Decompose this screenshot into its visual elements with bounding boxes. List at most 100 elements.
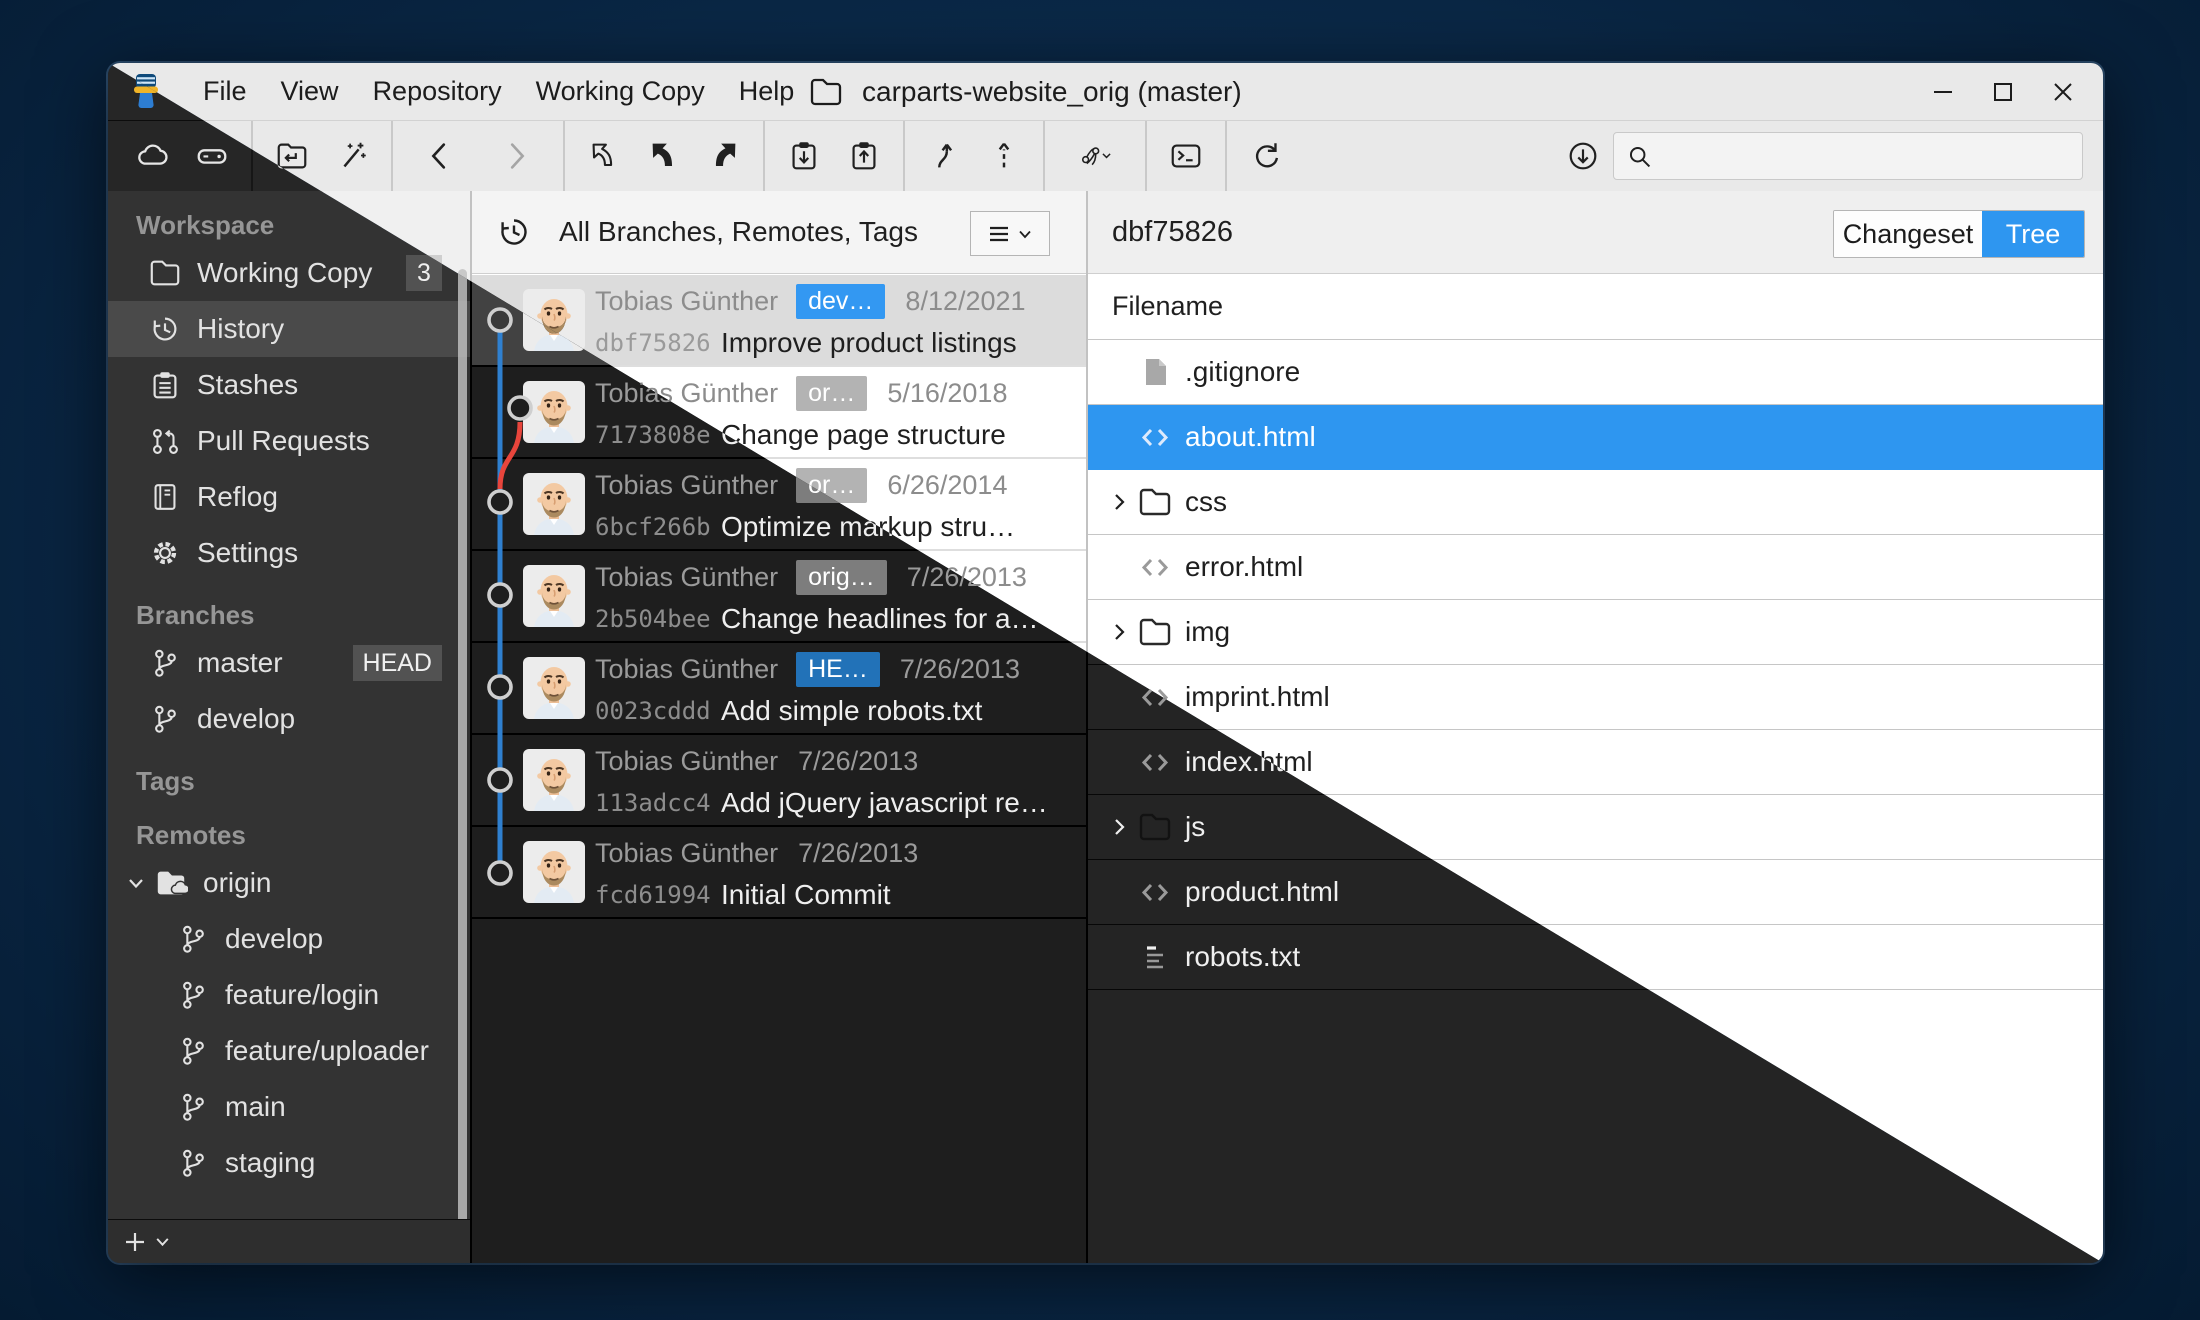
history-clock-icon [495,213,533,251]
sidebar-item-pull-requests[interactable]: Pull Requests [108,413,470,469]
commit-subject: Improve product listings [721,327,1017,359]
titlebar[interactable]: File View Repository Working Copy Help c… [108,63,2103,121]
changeset-tab[interactable]: Changeset [1834,211,1982,257]
folder-icon [148,256,182,290]
toolbar-separator [563,121,565,191]
pull-button[interactable] [639,131,689,181]
back-button[interactable] [407,131,473,181]
commit-row[interactable]: Tobias Günther7/26/2013 113adcc4Add jQue… [470,735,1086,827]
add-menu-chevron-icon[interactable] [154,1233,171,1250]
quick-action-wand-button[interactable] [327,131,377,181]
sidebar-item-remote-origin[interactable]: origin [108,855,470,911]
branch-icon [148,702,182,736]
local-drive-button[interactable] [187,131,237,181]
detail-commit-id: dbf75826 [1112,216,1233,249]
sidebar-item-origin-staging[interactable]: staging [108,1135,470,1191]
rebase-button[interactable] [979,131,1029,181]
avatar [523,841,585,903]
commit-author: Tobias Günther [595,654,778,685]
push-button[interactable] [699,131,749,181]
commit-date: 8/12/2021 [905,286,1025,317]
head-badge: HEAD [353,645,442,681]
fetch-all-button[interactable] [1558,131,1608,181]
sidebar-item-branch-master[interactable]: master HEAD [108,635,470,691]
commit-row[interactable]: Tobias Günther7/26/2013 fcd61994Initial … [470,827,1086,919]
search-input[interactable] [1661,140,2082,173]
merge-button[interactable] [919,131,969,181]
branch-icon [176,1034,210,1068]
sidebar-item-origin-feature-login[interactable]: feature/login [108,967,470,1023]
sidebar-history-divider[interactable] [470,191,472,1263]
commit-subject: Add simple robots.txt [721,695,982,727]
filename-column-header: Filename [1088,274,2103,340]
pull-request-icon [148,424,182,458]
minimize-button[interactable] [1913,63,1973,120]
sidebar-item-origin-develop[interactable]: develop [108,911,470,967]
sidebar-header-remotes: Remotes [108,815,470,855]
chevron-right-icon [1109,621,1131,643]
terminal-button[interactable] [1161,131,1211,181]
sidebar-item-working-copy[interactable]: Working Copy 3 [108,245,470,301]
sidebar-scrollbar-thumb[interactable] [458,269,467,1247]
compare-branches-button[interactable] [1059,131,1131,181]
window-title: carparts-website_orig (master) [808,63,1242,120]
maximize-button[interactable] [1973,63,2033,120]
avatar [523,473,585,535]
sidebar-item-stashes[interactable]: Stashes [108,357,470,413]
code-file-icon [1137,874,1173,910]
menu-repository[interactable]: Repository [356,76,519,107]
window-controls [1913,63,2093,120]
sidebar-item-settings[interactable]: Settings [108,525,470,581]
stash-button[interactable] [779,131,829,181]
branch-icon [176,1090,210,1124]
commit-row[interactable]: Tobias GüntherHE…7/26/2013 0023cdddAdd s… [470,643,1086,735]
commit-hash: 0023cddd [595,697,717,725]
forward-button[interactable] [483,131,549,181]
sidebar-item-reflog[interactable]: Reflog [108,469,470,525]
menu-view[interactable]: View [264,76,356,107]
toolbar-separator [763,121,765,191]
avatar [523,565,585,627]
remote-cloud-button[interactable] [127,131,177,181]
file-row[interactable]: .gitignore [1088,340,2103,405]
close-button[interactable] [2033,63,2093,120]
window-title-text: carparts-website_orig (master) [862,76,1242,108]
search-box [1613,132,2083,180]
sidebar-item-branch-develop[interactable]: develop [108,691,470,747]
tree-tab[interactable]: Tree [1982,211,2084,257]
detail-header: dbf75826 Changeset Tree [1088,191,2103,274]
sidebar-bottom-bar [108,1219,470,1263]
add-repository-button[interactable] [122,1229,148,1255]
branch-badge: orig… [796,560,887,595]
fetch-button[interactable] [579,131,629,181]
commit-author: Tobias Günther [595,470,778,501]
history-options-button[interactable] [970,211,1050,256]
folder-row[interactable]: css [1088,470,2103,535]
sidebar-item-origin-feature-uploader[interactable]: feature/uploader [108,1023,470,1079]
sidebar-item-history[interactable]: History [108,301,470,357]
commit-date: 7/26/2013 [900,654,1020,685]
commit-hash: 113adcc4 [595,789,717,817]
folder-icon [1137,484,1173,520]
text-file-icon [1137,939,1173,975]
commit-date: 5/16/2018 [887,378,1007,409]
menu-working-copy[interactable]: Working Copy [519,76,722,107]
file-row-selected[interactable]: about.html [1088,405,2103,470]
file-row[interactable]: imprint.html [1088,665,2103,730]
unstash-button[interactable] [839,131,889,181]
chevron-right-icon [1109,491,1131,513]
folder-row[interactable]: img [1088,600,2103,665]
commit-hash: 6bcf266b [595,513,717,541]
menu-help[interactable]: Help [722,76,812,107]
file-row[interactable]: error.html [1088,535,2103,600]
code-file-icon [1137,549,1173,585]
commit-author: Tobias Günther [595,838,778,869]
branch-icon [176,978,210,1012]
sidebar-item-origin-main[interactable]: main [108,1079,470,1135]
menu-file[interactable]: File [186,76,264,107]
commit-subject: Change headlines for a… [721,603,1039,635]
commit-date: 7/26/2013 [798,838,918,869]
chevron-down-icon [126,873,146,893]
avatar [523,749,585,811]
refresh-button[interactable] [1241,131,1291,181]
